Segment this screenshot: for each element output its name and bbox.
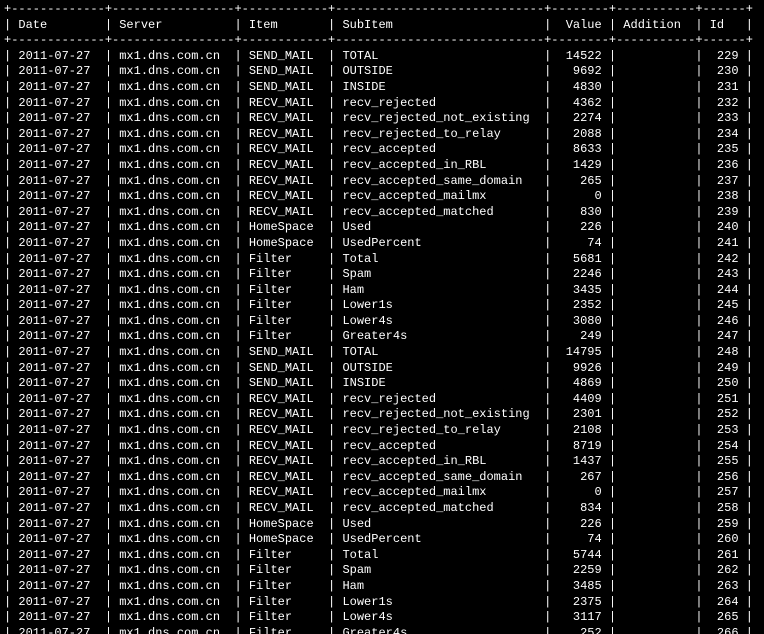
table-row: | 2011-07-27 | mx1.dns.com.cn | SEND_MAI… <box>4 64 760 80</box>
table-row: | 2011-07-27 | mx1.dns.com.cn | RECV_MAI… <box>4 158 760 174</box>
table-row: | 2011-07-27 | mx1.dns.com.cn | Filter |… <box>4 548 760 564</box>
table-row: | 2011-07-27 | mx1.dns.com.cn | HomeSpac… <box>4 220 760 236</box>
table-row: | 2011-07-27 | mx1.dns.com.cn | HomeSpac… <box>4 236 760 252</box>
table-row: | 2011-07-27 | mx1.dns.com.cn | RECV_MAI… <box>4 423 760 439</box>
table-row: | 2011-07-27 | mx1.dns.com.cn | SEND_MAI… <box>4 80 760 96</box>
table-row: | 2011-07-27 | mx1.dns.com.cn | RECV_MAI… <box>4 127 760 143</box>
table-row: | 2011-07-27 | mx1.dns.com.cn | Filter |… <box>4 314 760 330</box>
terminal-output: +-------------+-----------------+-------… <box>0 0 764 634</box>
table-row: | 2011-07-27 | mx1.dns.com.cn | RECV_MAI… <box>4 501 760 517</box>
table-row: | 2011-07-27 | mx1.dns.com.cn | RECV_MAI… <box>4 392 760 408</box>
table-row: | 2011-07-27 | mx1.dns.com.cn | Filter |… <box>4 298 760 314</box>
table-row: | 2011-07-27 | mx1.dns.com.cn | RECV_MAI… <box>4 96 760 112</box>
table-row: | 2011-07-27 | mx1.dns.com.cn | Filter |… <box>4 283 760 299</box>
table-row: | 2011-07-27 | mx1.dns.com.cn | HomeSpac… <box>4 532 760 548</box>
table-row: | 2011-07-27 | mx1.dns.com.cn | Filter |… <box>4 579 760 595</box>
table-row: | 2011-07-27 | mx1.dns.com.cn | HomeSpac… <box>4 517 760 533</box>
table-row: | 2011-07-27 | mx1.dns.com.cn | RECV_MAI… <box>4 454 760 470</box>
table-sep-top: +-------------+-----------------+-------… <box>4 2 760 18</box>
table-row: | 2011-07-27 | mx1.dns.com.cn | Filter |… <box>4 626 760 634</box>
table-row: | 2011-07-27 | mx1.dns.com.cn | Filter |… <box>4 563 760 579</box>
table-row: | 2011-07-27 | mx1.dns.com.cn | Filter |… <box>4 252 760 268</box>
table-row: | 2011-07-27 | mx1.dns.com.cn | Filter |… <box>4 267 760 283</box>
table-sep-header: +-------------+-----------------+-------… <box>4 33 760 49</box>
table-row: | 2011-07-27 | mx1.dns.com.cn | Filter |… <box>4 329 760 345</box>
table-row: | 2011-07-27 | mx1.dns.com.cn | RECV_MAI… <box>4 189 760 205</box>
table-row: | 2011-07-27 | mx1.dns.com.cn | RECV_MAI… <box>4 142 760 158</box>
table-header: | Date | Server | Item | SubItem | Value… <box>4 18 760 34</box>
table-row: | 2011-07-27 | mx1.dns.com.cn | RECV_MAI… <box>4 439 760 455</box>
table-row: | 2011-07-27 | mx1.dns.com.cn | RECV_MAI… <box>4 205 760 221</box>
table-row: | 2011-07-27 | mx1.dns.com.cn | SEND_MAI… <box>4 361 760 377</box>
table-row: | 2011-07-27 | mx1.dns.com.cn | SEND_MAI… <box>4 376 760 392</box>
table-row: | 2011-07-27 | mx1.dns.com.cn | Filter |… <box>4 595 760 611</box>
table-row: | 2011-07-27 | mx1.dns.com.cn | SEND_MAI… <box>4 49 760 65</box>
table-row: | 2011-07-27 | mx1.dns.com.cn | RECV_MAI… <box>4 174 760 190</box>
table-row: | 2011-07-27 | mx1.dns.com.cn | RECV_MAI… <box>4 470 760 486</box>
table-row: | 2011-07-27 | mx1.dns.com.cn | RECV_MAI… <box>4 485 760 501</box>
table-row: | 2011-07-27 | mx1.dns.com.cn | Filter |… <box>4 610 760 626</box>
table-row: | 2011-07-27 | mx1.dns.com.cn | SEND_MAI… <box>4 345 760 361</box>
table-row: | 2011-07-27 | mx1.dns.com.cn | RECV_MAI… <box>4 111 760 127</box>
table-row: | 2011-07-27 | mx1.dns.com.cn | RECV_MAI… <box>4 407 760 423</box>
